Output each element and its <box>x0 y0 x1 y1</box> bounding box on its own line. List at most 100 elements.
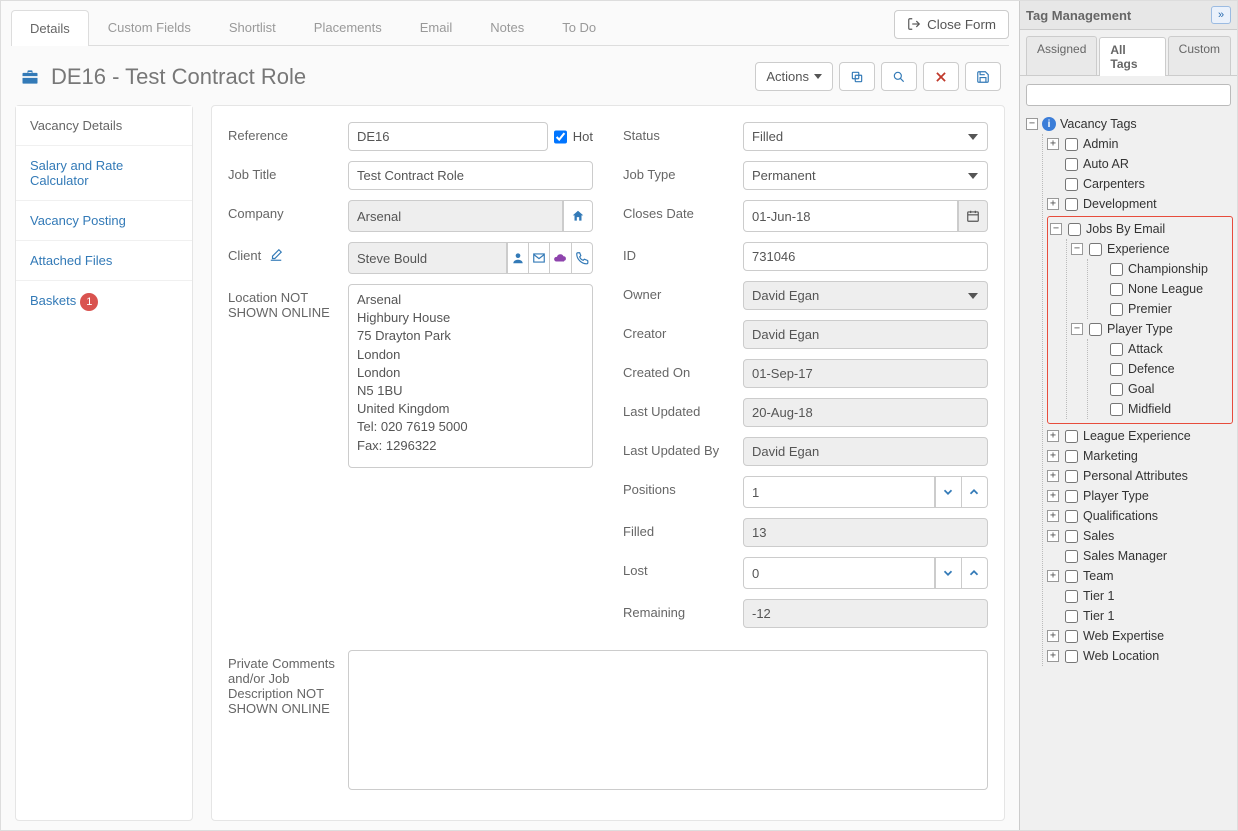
tag-label[interactable]: Sales <box>1083 529 1114 543</box>
closes-date-input[interactable] <box>743 200 958 232</box>
tag-label[interactable]: Tier 1 <box>1083 609 1115 623</box>
positions-input[interactable] <box>743 476 935 508</box>
save-button[interactable] <box>965 62 1001 91</box>
reference-input[interactable] <box>348 122 548 151</box>
tag-label[interactable]: Personal Attributes <box>1083 469 1188 483</box>
comments-textarea[interactable] <box>348 650 988 790</box>
client-email-button[interactable] <box>529 242 550 274</box>
tag-label[interactable]: Championship <box>1128 262 1208 276</box>
tag-label[interactable]: Auto AR <box>1083 157 1129 171</box>
date-picker-button[interactable] <box>958 200 988 232</box>
tag-label[interactable]: None League <box>1128 282 1203 296</box>
tree-toggle[interactable]: + <box>1047 530 1059 542</box>
tag-label[interactable]: League Experience <box>1083 429 1191 443</box>
tag-checkbox[interactable] <box>1065 570 1078 583</box>
tree-toggle[interactable]: − <box>1050 223 1062 235</box>
tag-checkbox[interactable] <box>1089 323 1102 336</box>
nav-salary-calculator[interactable]: Salary and Rate Calculator <box>16 146 192 201</box>
delete-button[interactable] <box>923 62 959 91</box>
tag-checkbox[interactable] <box>1110 383 1123 396</box>
tag-label[interactable]: Player Type <box>1083 489 1149 503</box>
right-tab-custom[interactable]: Custom <box>1168 36 1231 75</box>
tab-placements[interactable]: Placements <box>295 9 401 45</box>
company-input[interactable] <box>348 200 563 232</box>
tag-checkbox[interactable] <box>1110 283 1123 296</box>
client-phone-button[interactable] <box>572 242 593 274</box>
owner-select[interactable]: David Egan <box>743 281 988 310</box>
search-button[interactable] <box>881 62 917 91</box>
right-tab-all-tags[interactable]: All Tags <box>1099 37 1165 76</box>
nav-attached-files[interactable]: Attached Files <box>16 241 192 281</box>
right-tab-assigned[interactable]: Assigned <box>1026 36 1097 75</box>
client-person-button[interactable] <box>507 242 529 274</box>
lost-down[interactable] <box>935 557 962 589</box>
tag-label[interactable]: Tier 1 <box>1083 589 1115 603</box>
tree-toggle[interactable]: − <box>1071 323 1083 335</box>
tag-checkbox[interactable] <box>1065 430 1078 443</box>
close-form-button[interactable]: Close Form <box>894 10 1009 39</box>
tag-label[interactable]: Web Expertise <box>1083 629 1164 643</box>
nav-baskets[interactable]: Baskets1 <box>16 281 192 323</box>
nav-vacancy-posting[interactable]: Vacancy Posting <box>16 201 192 241</box>
tree-toggle[interactable]: + <box>1047 650 1059 662</box>
tree-toggle[interactable]: + <box>1047 198 1059 210</box>
tag-checkbox[interactable] <box>1065 470 1078 483</box>
tab-todo[interactable]: To Do <box>543 9 615 45</box>
tree-toggle[interactable]: + <box>1047 450 1059 462</box>
tab-custom-fields[interactable]: Custom Fields <box>89 9 210 45</box>
tree-toggle[interactable]: − <box>1071 243 1083 255</box>
nav-vacancy-details[interactable]: Vacancy Details <box>16 106 192 146</box>
tag-checkbox[interactable] <box>1065 530 1078 543</box>
job-title-input[interactable] <box>348 161 593 190</box>
lost-input[interactable] <box>743 557 935 589</box>
positions-down[interactable] <box>935 476 962 508</box>
tag-checkbox[interactable] <box>1065 510 1078 523</box>
hot-checkbox[interactable] <box>554 130 567 144</box>
tag-checkbox[interactable] <box>1065 630 1078 643</box>
job-type-select[interactable]: Permanent <box>743 161 988 190</box>
positions-up[interactable] <box>962 476 988 508</box>
tag-checkbox[interactable] <box>1110 343 1123 356</box>
tag-label[interactable]: Experience <box>1107 242 1170 256</box>
tag-label[interactable]: Premier <box>1128 302 1172 316</box>
tree-toggle[interactable]: + <box>1047 570 1059 582</box>
tag-checkbox[interactable] <box>1110 303 1123 316</box>
tree-root-label[interactable]: Vacancy Tags <box>1060 117 1137 131</box>
copy-button[interactable] <box>839 62 875 91</box>
tree-toggle[interactable]: − <box>1026 118 1038 130</box>
status-select[interactable]: Filled <box>743 122 988 151</box>
id-input[interactable] <box>743 242 988 271</box>
tag-checkbox[interactable] <box>1110 403 1123 416</box>
tab-details[interactable]: Details <box>11 10 89 46</box>
tag-checkbox[interactable] <box>1065 550 1078 563</box>
tag-label[interactable]: Carpenters <box>1083 177 1145 191</box>
actions-dropdown[interactable]: Actions <box>755 62 833 91</box>
tag-checkbox[interactable] <box>1065 138 1078 151</box>
tag-label[interactable]: Qualifications <box>1083 509 1158 523</box>
tag-checkbox[interactable] <box>1110 363 1123 376</box>
tag-checkbox[interactable] <box>1110 263 1123 276</box>
tag-search-input[interactable] <box>1026 84 1231 106</box>
tag-label[interactable]: Marketing <box>1083 449 1138 463</box>
tag-checkbox[interactable] <box>1065 490 1078 503</box>
tag-checkbox[interactable] <box>1065 610 1078 623</box>
tag-checkbox[interactable] <box>1065 158 1078 171</box>
tag-checkbox[interactable] <box>1065 178 1078 191</box>
tag-label[interactable]: Sales Manager <box>1083 549 1167 563</box>
tag-label[interactable]: Development <box>1083 197 1157 211</box>
tree-toggle[interactable]: + <box>1047 430 1059 442</box>
tag-label[interactable]: Goal <box>1128 382 1154 396</box>
tab-notes[interactable]: Notes <box>471 9 543 45</box>
tree-toggle[interactable]: + <box>1047 630 1059 642</box>
tag-label[interactable]: Admin <box>1083 137 1118 151</box>
tag-label[interactable]: Defence <box>1128 362 1175 376</box>
tab-shortlist[interactable]: Shortlist <box>210 9 295 45</box>
company-home-button[interactable] <box>563 200 593 232</box>
location-textarea[interactable]: Arsenal Highbury House 75 Drayton Park L… <box>348 284 593 468</box>
tag-checkbox[interactable] <box>1089 243 1102 256</box>
tag-label[interactable]: Team <box>1083 569 1114 583</box>
tag-label[interactable]: Jobs By Email <box>1086 222 1165 236</box>
tag-label[interactable]: Web Location <box>1083 649 1159 663</box>
tree-toggle[interactable]: + <box>1047 470 1059 482</box>
tag-checkbox[interactable] <box>1065 590 1078 603</box>
